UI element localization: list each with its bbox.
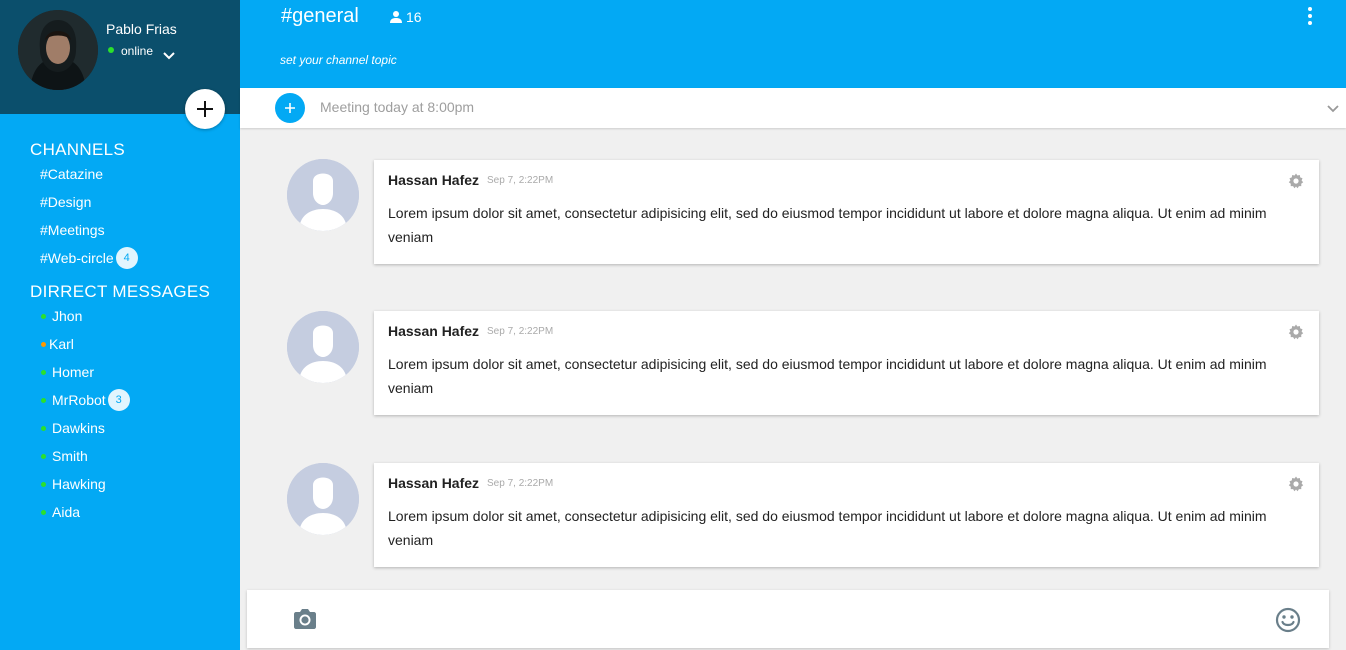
dm-item-smith[interactable]: Smith	[40, 446, 88, 466]
message-author[interactable]: Hassan Hafez	[388, 323, 479, 339]
online-status-dot	[41, 509, 46, 515]
dm-label: Jhon	[52, 308, 83, 324]
camera-icon[interactable]	[292, 607, 318, 631]
away-status-dot	[41, 341, 46, 347]
message-avatar[interactable]	[287, 311, 359, 383]
channel-header: #general 16 set your channel topic	[240, 0, 1346, 88]
message-avatar[interactable]	[287, 159, 359, 231]
direct-messages-heading: DIRRECT MESSAGES	[30, 282, 211, 301]
gear-icon[interactable]	[1288, 476, 1304, 492]
message-author[interactable]: Hassan Hafez	[388, 172, 479, 188]
person-icon	[390, 11, 402, 23]
online-status-dot	[108, 47, 114, 53]
gear-icon[interactable]	[1288, 173, 1304, 189]
message-text: Lorem ipsum dolor sit amet, consectetur …	[388, 356, 1267, 396]
online-status-dot	[41, 425, 46, 431]
chevron-down-icon[interactable]	[1326, 102, 1340, 116]
message-timestamp: Sep 7, 2:22PM	[487, 478, 554, 489]
member-count[interactable]: 16	[389, 9, 422, 25]
message-text: Lorem ipsum dolor sit amet, consectetur …	[388, 205, 1267, 245]
channel-item-catazine[interactable]: #Catazine	[40, 164, 103, 184]
channel-topic[interactable]: set your channel topic	[280, 53, 397, 67]
member-count-value: 16	[406, 9, 422, 25]
online-status-dot	[41, 481, 46, 487]
channel-title: #general	[281, 5, 359, 27]
dm-item-jhon[interactable]: Jhon	[40, 306, 82, 326]
dm-item-karl[interactable]: Karl	[40, 334, 74, 354]
gear-icon[interactable]	[1288, 324, 1304, 340]
dm-label: Hawking	[52, 476, 106, 492]
pinned-message-text: Meeting today at 8:00pm	[320, 99, 475, 115]
add-pinned-button[interactable]	[275, 93, 305, 123]
message-card: Hassan Hafez Sep 7, 2:22PM Lorem ipsum d…	[374, 463, 1319, 567]
dm-item-homer[interactable]: Homer	[40, 362, 94, 382]
dm-label: Homer	[52, 364, 95, 380]
user-name: Pablo Frias	[106, 21, 177, 37]
avatar[interactable]	[18, 10, 98, 90]
dm-label: Smith	[52, 448, 88, 464]
pinned-message-bar: Meeting today at 8:00pm	[240, 88, 1346, 128]
dm-label: MrRobot	[52, 392, 106, 408]
sidebar: Pablo Frias online CHANNELS #Catazine #D…	[0, 0, 240, 650]
add-button[interactable]	[185, 89, 225, 129]
dm-label: Aida	[52, 504, 81, 520]
channel-label: #Web-circle	[40, 250, 114, 266]
chevron-down-icon[interactable]	[162, 49, 176, 63]
smiley-icon[interactable]	[1275, 607, 1301, 633]
online-status-dot	[41, 453, 46, 459]
message-avatar[interactable]	[287, 463, 359, 535]
message-timestamp: Sep 7, 2:22PM	[487, 175, 554, 186]
channel-label: #Design	[40, 194, 92, 210]
dm-item-dawkins[interactable]: Dawkins	[40, 418, 105, 438]
default-avatar-icon	[287, 463, 359, 535]
dm-label: Karl	[49, 336, 74, 352]
channels-heading: CHANNELS	[30, 140, 125, 159]
channel-item-web-circle[interactable]: #Web-circle 4	[40, 247, 138, 269]
unread-badge: 4	[115, 247, 138, 269]
dm-item-aida[interactable]: Aida	[40, 502, 80, 522]
online-status-dot	[41, 313, 46, 319]
online-status-dot	[41, 397, 46, 403]
message-text: Lorem ipsum dolor sit amet, consectetur …	[388, 508, 1267, 548]
message-timestamp: Sep 7, 2:22PM	[487, 326, 554, 337]
plus-icon	[285, 103, 295, 113]
dm-item-hawking[interactable]: Hawking	[40, 474, 106, 494]
channel-label: #Meetings	[40, 222, 105, 238]
channel-item-design[interactable]: #Design	[40, 192, 91, 212]
message-author[interactable]: Hassan Hafez	[388, 475, 479, 491]
user-status: online	[121, 44, 154, 58]
dm-item-mrrobot[interactable]: MrRobot 3	[40, 389, 130, 411]
dm-label: Dawkins	[52, 420, 105, 436]
message-composer[interactable]	[247, 590, 1329, 648]
default-avatar-icon	[287, 159, 359, 231]
online-status-dot	[41, 369, 46, 375]
channel-label: #Catazine	[40, 166, 104, 182]
message-card: Hassan Hafez Sep 7, 2:22PM Lorem ipsum d…	[374, 311, 1319, 415]
kebab-menu-icon[interactable]	[1306, 7, 1314, 25]
default-avatar-icon	[287, 311, 359, 383]
plus-icon	[197, 101, 213, 117]
unread-badge: 3	[107, 389, 130, 411]
channel-item-meetings[interactable]: #Meetings	[40, 220, 105, 240]
message-card: Hassan Hafez Sep 7, 2:22PM Lorem ipsum d…	[374, 160, 1319, 264]
